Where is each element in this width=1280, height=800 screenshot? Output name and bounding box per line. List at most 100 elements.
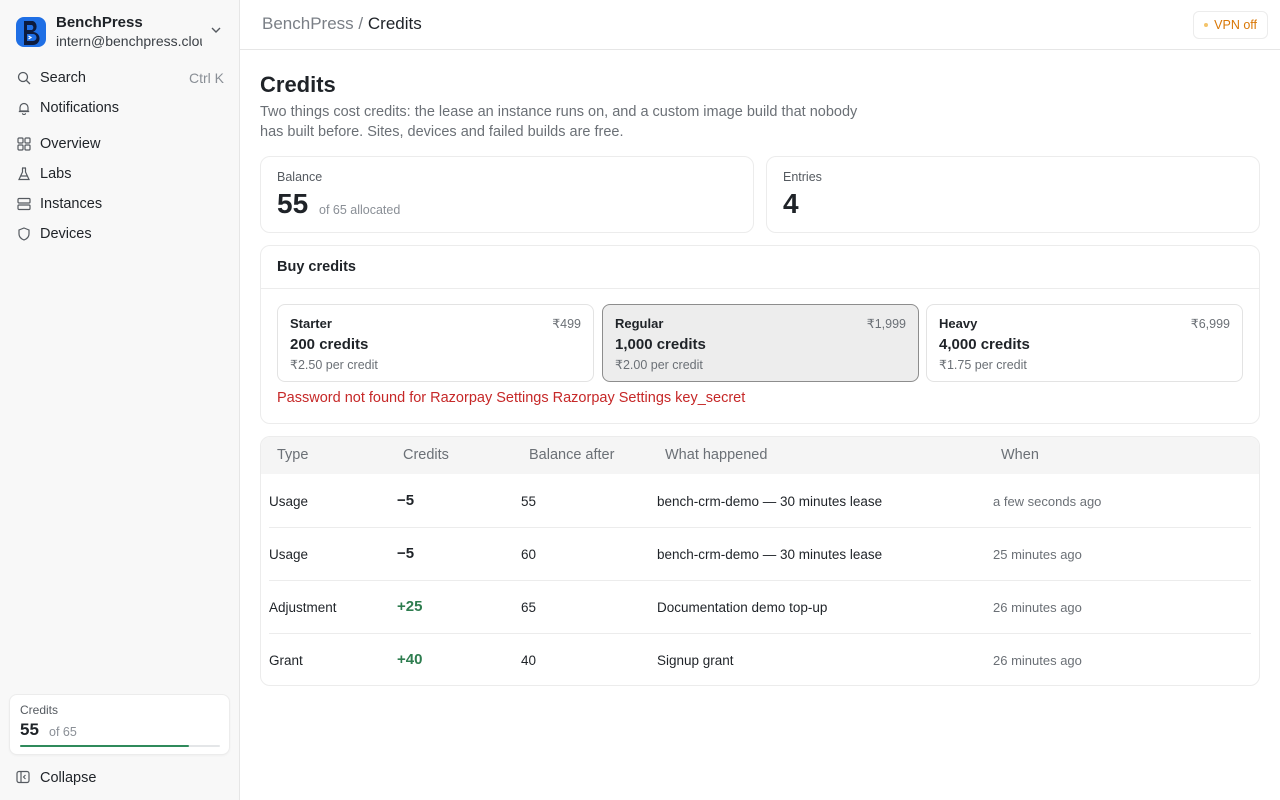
plan-starter[interactable]: Starter ₹499 200 credits ₹2.50 per credi… <box>277 304 594 382</box>
sidebar: BenchPress intern@benchpress.cloud Searc… <box>0 0 240 800</box>
cell-balance-after: 65 <box>521 600 537 615</box>
breadcrumb-separator: / <box>358 14 364 33</box>
table-row[interactable]: Grant +40 40 Signup grant 26 minutes ago <box>269 634 1251 685</box>
plan-name: Starter <box>290 316 332 331</box>
plan-name: Heavy <box>939 316 978 331</box>
bell-icon <box>16 100 32 116</box>
breadcrumb: BenchPress / Credits <box>262 14 422 34</box>
workspace-switcher[interactable]: BenchPress intern@benchpress.cloud <box>16 14 226 50</box>
sidebar-item-label: Devices <box>40 226 92 242</box>
sidebar-item-overview[interactable]: Overview <box>8 131 232 157</box>
plan-price: ₹499 <box>552 317 581 331</box>
search-shortcut: Ctrl K <box>189 70 224 86</box>
plan-credits: 200 credits <box>290 336 369 353</box>
credits-progress-fill <box>20 745 190 747</box>
search-icon <box>16 70 32 86</box>
cell-credits: +40 <box>397 651 423 668</box>
sidebar-item-devices[interactable]: Devices <box>8 221 232 247</box>
cell-when: 26 minutes ago <box>993 653 1082 668</box>
table-row[interactable]: Usage −5 55 bench-crm-demo — 30 minutes … <box>269 475 1251 528</box>
plan-per-credit: ₹2.50 per credit <box>290 358 378 372</box>
buy-credits-heading: Buy credits <box>277 259 356 275</box>
plan-credits: 4,000 credits <box>939 336 1030 353</box>
sidebar-search[interactable]: Search Ctrl K <box>8 65 232 91</box>
column-header-what-happened: What happened <box>665 447 768 463</box>
sidebar-credits-card[interactable]: Credits 55 of 65 <box>9 694 230 755</box>
sidebar-item-label: Overview <box>40 136 101 152</box>
plan-price: ₹1,999 <box>866 317 906 331</box>
breadcrumb-root[interactable]: BenchPress <box>262 14 354 33</box>
sidebar-item-label: Labs <box>40 166 72 182</box>
cell-what-happened: Documentation demo top-up <box>657 600 828 615</box>
cell-when: a few seconds ago <box>993 494 1102 509</box>
plan-regular[interactable]: Regular ₹1,999 1,000 credits ₹2.00 per c… <box>602 304 919 382</box>
column-header-when: When <box>1001 447 1039 463</box>
sidebar-collapse-icon <box>16 770 32 786</box>
sidebar-credits-value: 55 <box>20 720 39 739</box>
page-title: Credits <box>260 72 336 97</box>
cell-credits: −5 <box>397 545 415 562</box>
plan-name: Regular <box>615 316 664 331</box>
collapse-label: Collapse <box>40 770 97 786</box>
breadcrumb-current: Credits <box>367 14 422 33</box>
column-header-type: Type <box>277 447 309 463</box>
cell-balance-after: 40 <box>521 653 537 668</box>
table-row[interactable]: Usage −5 60 bench-crm-demo — 30 minutes … <box>269 528 1251 581</box>
entries-label: Entries <box>783 170 822 184</box>
vpn-status-dot-icon <box>1204 23 1209 27</box>
table-header: Type Credits Balance after What happened… <box>261 437 1259 474</box>
plan-price: ₹6,999 <box>1190 317 1230 331</box>
cell-when: 26 minutes ago <box>993 600 1082 615</box>
cell-type: Usage <box>269 547 309 562</box>
column-header-credits: Credits <box>403 447 449 463</box>
topbar: BenchPress / Credits VPN off <box>240 0 1280 50</box>
flask-icon <box>16 166 32 182</box>
sidebar-search-label: Search <box>40 70 86 86</box>
cell-balance-after: 55 <box>521 494 537 509</box>
cell-when: 25 minutes ago <box>993 547 1082 562</box>
server-icon <box>16 196 32 212</box>
sidebar-item-label: Instances <box>40 196 103 212</box>
benchpress-logo-icon <box>16 17 46 47</box>
entries-value: 4 <box>783 188 799 219</box>
cell-type: Adjustment <box>269 600 337 615</box>
table-row[interactable]: Adjustment +25 65 Documentation demo top… <box>269 581 1251 634</box>
sidebar-item-labs[interactable]: Labs <box>8 161 232 187</box>
collapse-sidebar-button[interactable]: Collapse <box>8 765 232 791</box>
cell-type: Grant <box>269 653 303 668</box>
workspace-name: BenchPress <box>56 14 143 31</box>
shield-icon <box>16 226 32 242</box>
balance-value: 55 <box>277 188 309 219</box>
sidebar-credits-label: Credits <box>20 703 59 717</box>
cell-what-happened: bench-crm-demo — 30 minutes lease <box>657 494 883 509</box>
cell-type: Usage <box>269 494 309 509</box>
buy-credits-panel: Buy credits Starter ₹499 200 credits ₹2.… <box>260 245 1260 424</box>
column-header-balance-after: Balance after <box>529 447 615 463</box>
cell-what-happened: Signup grant <box>657 653 734 668</box>
plan-credits: 1,000 credits <box>615 336 706 353</box>
sidebar-item-instances[interactable]: Instances <box>8 191 232 217</box>
vpn-status-label: VPN off <box>1214 18 1257 32</box>
entries-card: Entries 4 <box>766 156 1260 233</box>
plan-per-credit: ₹2.00 per credit <box>615 358 703 372</box>
credits-progress-bar <box>20 745 220 747</box>
sidebar-credits-total: of 65 <box>49 725 77 739</box>
balance-allocated: of 65 allocated <box>319 203 401 217</box>
sidebar-item-label: Notifications <box>40 100 119 116</box>
balance-label: Balance <box>277 170 323 184</box>
grid-icon <box>16 136 32 152</box>
cell-credits: −5 <box>397 492 415 509</box>
vpn-status-button[interactable]: VPN off <box>1193 11 1268 39</box>
balance-card: Balance 55 of 65 allocated <box>260 156 754 233</box>
cell-balance-after: 60 <box>521 547 537 562</box>
payment-error-message: Password not found for Razorpay Settings… <box>277 390 746 406</box>
plan-heavy[interactable]: Heavy ₹6,999 4,000 credits ₹1.75 per cre… <box>926 304 1243 382</box>
page-description: Two things cost credits: the lease an in… <box>260 104 858 140</box>
account-email: intern@benchpress.cloud <box>56 33 202 49</box>
chevron-down-icon <box>211 27 221 33</box>
sidebar-item-notifications[interactable]: Notifications <box>8 95 232 121</box>
buy-credits-header: Buy credits <box>261 246 1259 289</box>
plan-per-credit: ₹1.75 per credit <box>939 358 1027 372</box>
cell-what-happened: bench-crm-demo — 30 minutes lease <box>657 547 883 562</box>
credits-ledger-table: Type Credits Balance after What happened… <box>260 436 1260 686</box>
